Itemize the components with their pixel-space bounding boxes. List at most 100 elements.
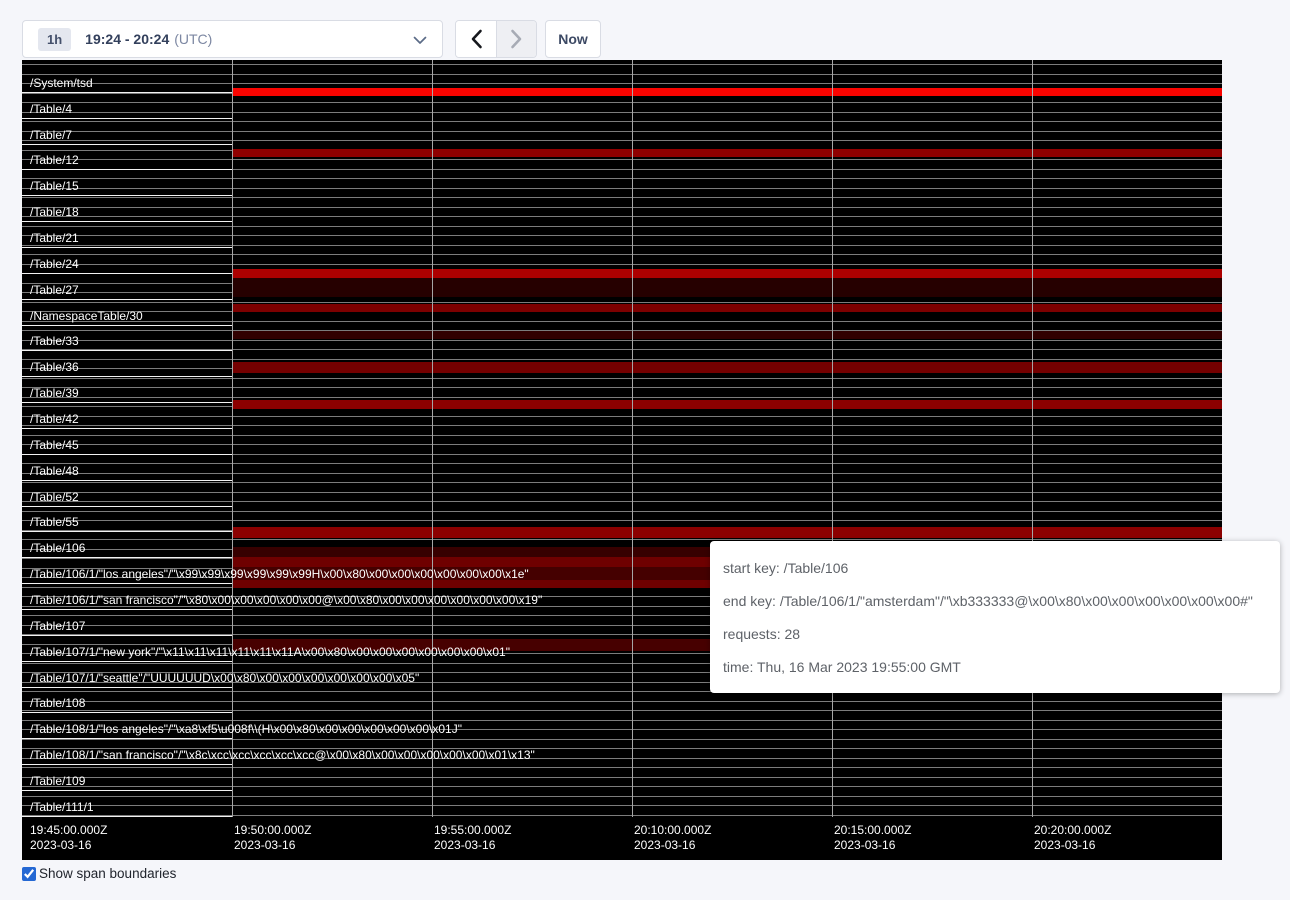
span-label-underline [22,195,232,196]
span-boundary-line [22,197,1222,198]
span-label-underline [22,712,232,713]
span-label-underline [22,144,232,145]
span-boundary-line [22,463,1222,464]
heat-strip[interactable] [232,304,1222,312]
hover-tooltip: start key: /Table/106 end key: /Table/10… [710,541,1280,693]
span-label: /Table/106 [30,541,85,556]
span-label: /Table/106/1/"san francisco"/"\x80\x00\x… [30,593,542,608]
span-boundary-line [22,340,1222,341]
time-bucket-separator [832,60,833,817]
heat-strip[interactable] [232,269,1222,278]
span-boundary-line [22,188,1222,189]
span-boundary-line [22,74,1222,75]
span-label: /Table/21 [30,231,79,246]
span-boundary-line [22,511,1222,512]
heat-strip[interactable] [232,400,1222,409]
span-label: /Table/52 [30,490,79,505]
span-boundary-line [22,131,1222,132]
heat-strip[interactable] [232,278,1222,298]
time-range-select[interactable]: 1h 19:24 - 20:24(UTC) [22,20,443,58]
chevron-right-icon [510,29,523,49]
span-label-underline [22,609,232,610]
heat-strip[interactable] [232,149,1222,157]
key-visualizer-page: 1h 19:24 - 20:24(UTC) Now /System/tsd/Ta… [0,0,1290,900]
tooltip-start-key: start key: /Table/106 [723,560,1267,576]
span-boundary-line [22,786,1222,787]
span-boundary-line [22,216,1222,217]
span-label-underline [22,790,232,791]
range-duration-badge: 1h [38,28,71,51]
span-label: /System/tsd [30,76,93,91]
axis-time-label: 20:20:00.000Z2023-03-16 [1034,823,1111,853]
span-boundary-line [22,767,1222,768]
span-boundary-line [22,539,1222,540]
heat-strip[interactable] [232,331,1222,339]
span-label: /Table/36 [30,360,79,375]
span-label: /NamespaceTable/30 [30,309,143,324]
span-boundary-line [22,416,1222,417]
span-label-underline [22,169,232,170]
heat-strip[interactable] [232,527,1222,539]
axis-time-label: 20:10:00.000Z2023-03-16 [634,823,711,853]
show-span-boundaries-checkbox[interactable] [22,867,36,881]
span-boundary-line [22,178,1222,179]
span-label: /Table/12 [30,153,79,168]
span-boundary-line [22,710,1222,711]
span-boundary-line [22,387,1222,388]
span-label-underline [22,247,232,248]
next-interval-button[interactable] [496,21,536,57]
span-label-underline [22,816,232,817]
span-boundary-line [22,264,1222,265]
span-label: /Table/7 [30,128,72,143]
now-button[interactable]: Now [545,20,601,58]
time-bucket-separator [632,60,633,817]
span-boundary-line [22,64,1222,65]
span-label: /Table/39 [30,386,79,401]
span-label-underline [22,738,232,739]
span-boundary-line [22,226,1222,227]
span-boundary-line [22,492,1222,493]
span-boundary-line [22,321,1222,322]
span-label-underline [22,273,232,274]
span-label-underline [22,428,232,429]
span-label: /Table/107/1/"seattle"/"UUUUUUD\x00\x80\… [30,671,419,686]
span-label: /Table/107 [30,619,85,634]
span-label: /Table/33 [30,334,79,349]
prev-interval-button[interactable] [456,21,496,57]
show-span-boundaries-label: Show span boundaries [39,866,176,881]
span-label-underline [22,221,232,222]
span-boundary-line [22,425,1222,426]
span-label: /Table/55 [30,515,79,530]
heat-strip[interactable] [232,88,1222,96]
span-boundary-line [22,83,1222,84]
chevron-down-icon [413,36,427,45]
interval-nav-group [455,20,537,58]
tooltip-end-key: end key: /Table/106/1/"amsterdam"/"\xb33… [723,593,1267,609]
span-boundary-line [22,701,1222,702]
span-boundary-line [22,140,1222,141]
span-label: /Table/15 [30,179,79,194]
span-label-underline [22,506,232,507]
span-boundary-line [22,378,1222,379]
span-label: /Table/106/1/"los angeles"/"\x99\x99\x99… [30,567,529,582]
span-label-underline [22,764,232,765]
span-label-underline [22,118,232,119]
chevron-left-icon [470,29,483,49]
heat-strip[interactable] [232,362,1222,373]
range-times: 19:24 - 20:24 [85,31,169,47]
axis-time-label: 20:15:00.000Z2023-03-16 [834,823,911,853]
span-label-underline [22,402,232,403]
tooltip-requests: requests: 28 [723,626,1267,642]
span-label: /Table/108/1/"san francisco"/"\x8c\xcc\x… [30,748,535,763]
keyvis-heatmap-canvas[interactable]: /System/tsd/Table/4/Table/7/Table/12/Tab… [22,60,1222,860]
span-boundary-line [22,207,1222,208]
span-boundary-line [22,796,1222,797]
time-bucket-separator [432,60,433,817]
time-bucket-separator [1032,60,1033,817]
span-label-underline [22,557,232,558]
span-label-underline [22,299,232,300]
range-label: 19:24 - 20:24(UTC) [85,31,212,47]
span-boundary-line [22,805,1222,806]
span-label-underline [22,480,232,481]
span-boundary-line [22,235,1222,236]
